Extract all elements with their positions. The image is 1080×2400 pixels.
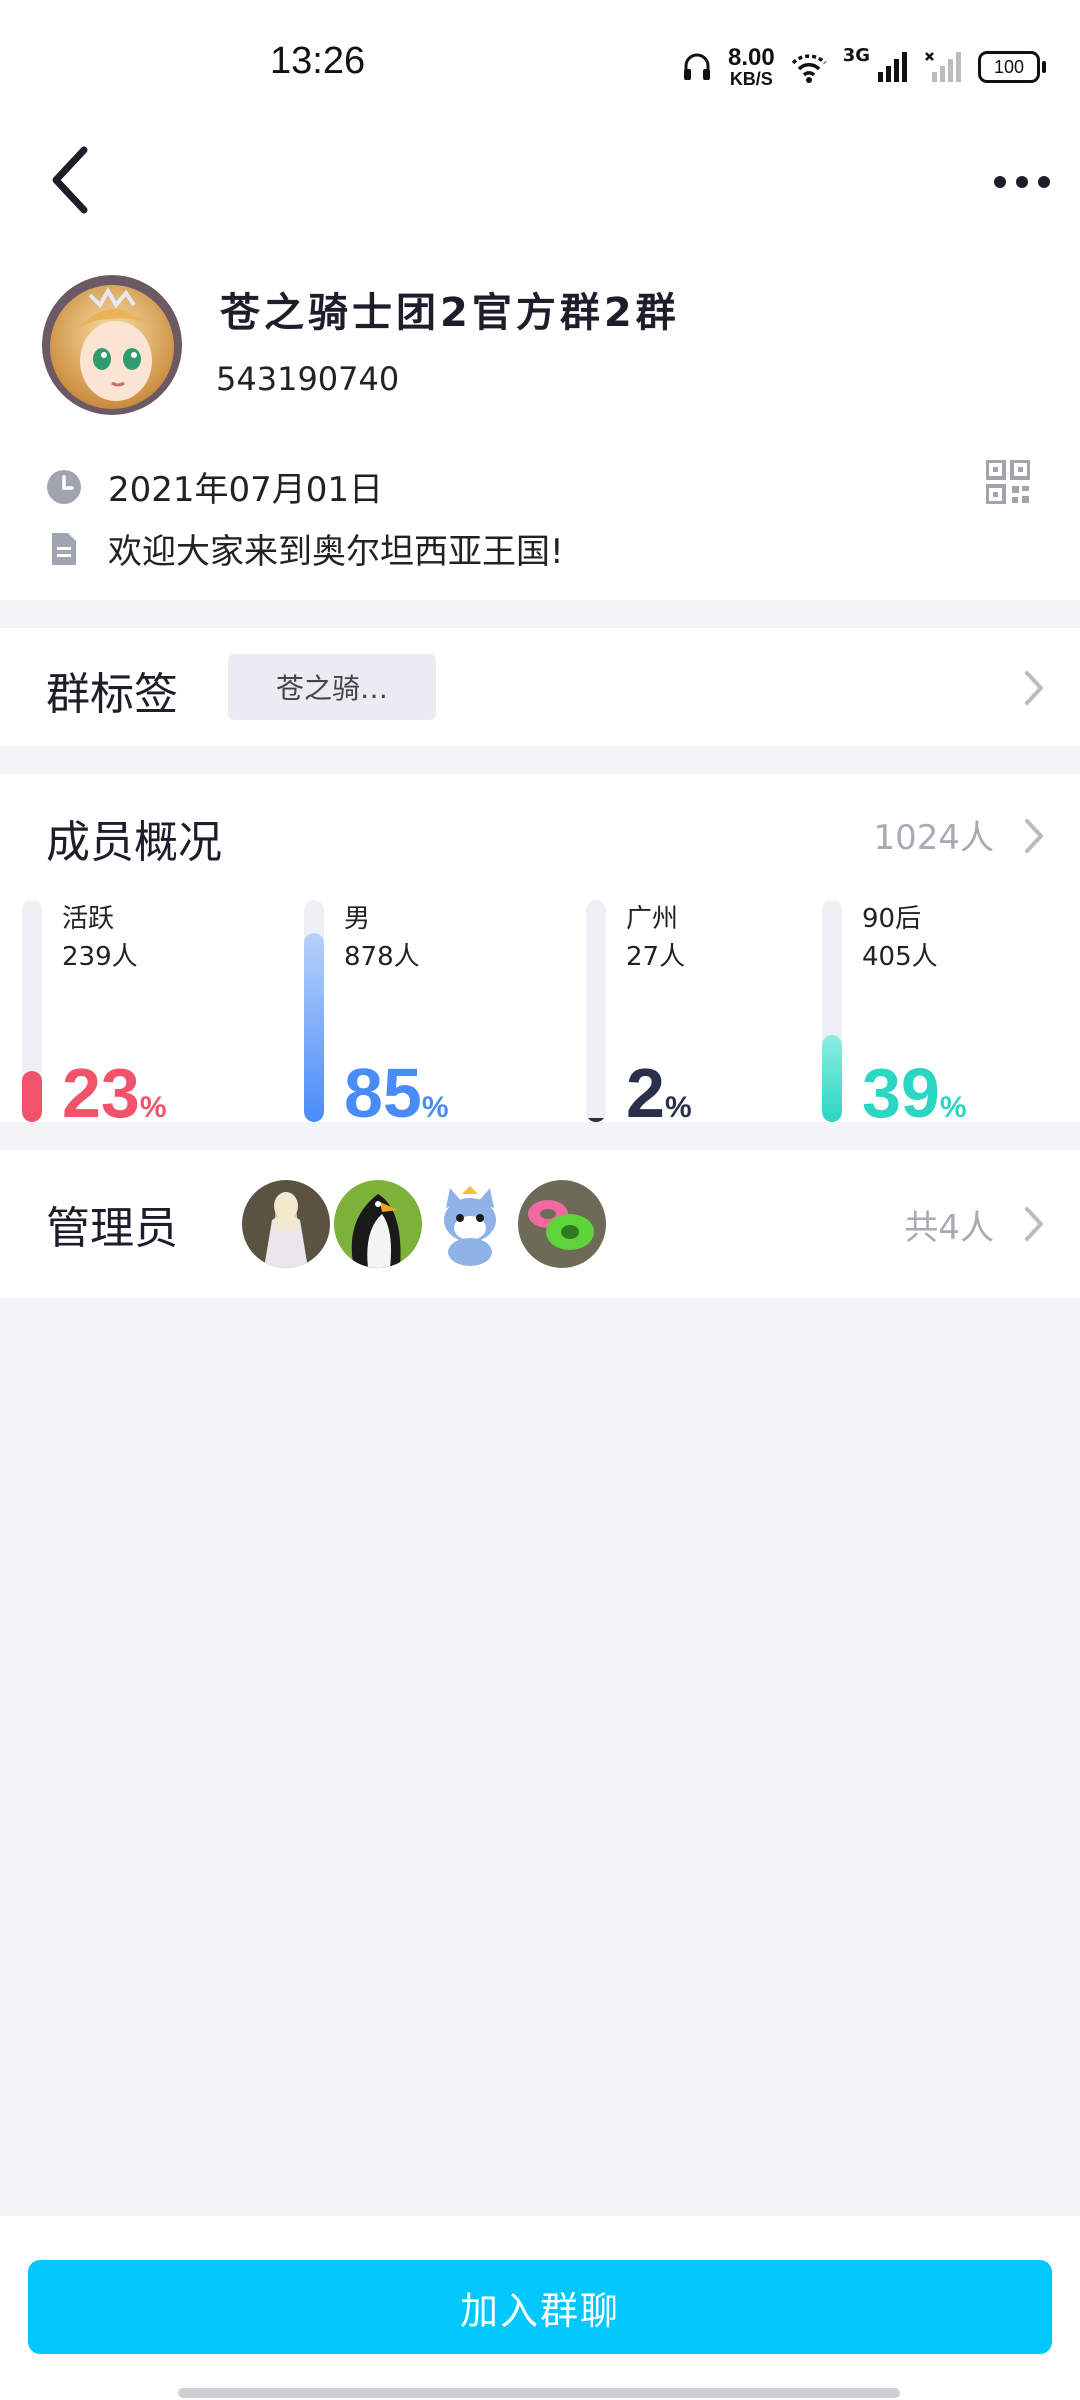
stat-count: 878人 bbox=[344, 942, 420, 972]
battery-icon: 100 bbox=[978, 51, 1046, 83]
group-tags-row[interactable]: 群标签 苍之骑… bbox=[0, 628, 1080, 746]
stat-percent-sign: % bbox=[939, 1091, 967, 1124]
stat-track bbox=[822, 900, 842, 1122]
clock-icon bbox=[47, 469, 81, 504]
stat-bar-fill bbox=[586, 1118, 606, 1122]
network-type: 3G bbox=[842, 44, 870, 66]
chevron-right-icon bbox=[1025, 819, 1043, 853]
stat-percent-sign: % bbox=[139, 1091, 167, 1124]
created-date-row: 2021年07月01日 bbox=[46, 462, 383, 511]
network-speed: 8.00 KB/S bbox=[727, 44, 775, 89]
home-indicator[interactable] bbox=[178, 2388, 900, 2398]
signal-icon bbox=[878, 52, 907, 82]
chevron-right-icon bbox=[1025, 1207, 1043, 1241]
intro-row: 欢迎大家来到奥尔坦西亚王国! bbox=[46, 524, 564, 573]
stat-percent: 85% bbox=[344, 1058, 449, 1128]
group-name: 苍之骑士团2官方群2群 bbox=[220, 290, 680, 336]
battery-level: 100 bbox=[993, 56, 1025, 77]
admin-count: 共4人 bbox=[904, 1208, 994, 1248]
stat-title: 活跃 bbox=[62, 904, 115, 934]
group-intro: 欢迎大家来到奥尔坦西亚王国! bbox=[108, 532, 564, 572]
stat-bar-fill bbox=[22, 1071, 42, 1122]
stat-percent-sign: % bbox=[421, 1091, 449, 1124]
document-icon bbox=[52, 532, 76, 565]
stat-count: 239人 bbox=[62, 942, 138, 972]
stat-label: 90后 405人 bbox=[862, 900, 938, 976]
stat-label: 活跃 239人 bbox=[62, 900, 138, 976]
admin-avatar[interactable] bbox=[242, 1180, 330, 1268]
speed-unit: KB/S bbox=[729, 69, 773, 89]
stat-age: 90后 405人 39% bbox=[800, 900, 1070, 1128]
stat-percent: 2% bbox=[626, 1058, 692, 1128]
signal-no-service-icon bbox=[925, 52, 961, 82]
stat-track bbox=[22, 900, 42, 1122]
stat-male: 男 878人 85% bbox=[282, 900, 552, 1128]
admin-avatar-image bbox=[426, 1180, 514, 1268]
admin-avatar-image bbox=[242, 1180, 330, 1268]
admins-row[interactable]: 管理员 共4人 bbox=[0, 1150, 1080, 1298]
stat-label: 男 878人 bbox=[344, 900, 420, 976]
stat-percent-value: 39 bbox=[862, 1054, 940, 1132]
speed-value: 8.00 bbox=[727, 44, 775, 71]
group-id: 543190740 bbox=[216, 360, 400, 398]
admins-title: 管理员 bbox=[46, 1203, 178, 1254]
group-tags-title: 群标签 bbox=[46, 669, 178, 720]
stat-label: 广州 27人 bbox=[626, 900, 685, 976]
stat-title: 90后 bbox=[862, 904, 922, 934]
stat-title: 男 bbox=[344, 904, 371, 934]
stat-percent: 23% bbox=[62, 1058, 167, 1128]
join-group-button[interactable]: 加入群聊 bbox=[28, 2260, 1052, 2354]
status-bar: 13:26 8.00 KB/S 3G 100 bbox=[0, 0, 1080, 130]
status-icons: 8.00 KB/S 3G 100 bbox=[680, 44, 1046, 90]
stat-active: 活跃 239人 23% bbox=[0, 900, 270, 1128]
stat-percent-value: 85 bbox=[344, 1054, 422, 1132]
stat-percent-sign: % bbox=[664, 1091, 692, 1124]
admin-avatar[interactable] bbox=[518, 1180, 606, 1268]
admin-avatar[interactable] bbox=[334, 1180, 422, 1268]
admin-avatar-image bbox=[334, 1180, 422, 1268]
stat-percent-value: 23 bbox=[62, 1054, 140, 1132]
member-overview-title: 成员概况 bbox=[46, 817, 222, 868]
stat-bar-fill bbox=[822, 1035, 842, 1122]
qr-code-icon[interactable] bbox=[986, 460, 1030, 504]
back-button[interactable] bbox=[44, 140, 104, 220]
chevron-right-icon bbox=[1025, 671, 1043, 705]
headphones-icon bbox=[683, 53, 710, 80]
stat-track bbox=[586, 900, 606, 1122]
member-count: 1024人 bbox=[873, 818, 994, 858]
admin-avatar-image bbox=[518, 1180, 606, 1268]
status-time: 13:26 bbox=[270, 40, 366, 82]
group-avatar[interactable] bbox=[42, 275, 182, 415]
stat-count: 405人 bbox=[862, 942, 938, 972]
created-date: 2021年07月01日 bbox=[108, 470, 384, 510]
stat-bar-fill bbox=[304, 933, 324, 1122]
group-avatar-image bbox=[42, 275, 182, 415]
member-overview-card[interactable]: 成员概况 1024人 活跃 239人 23% 男 878人 85% 广州 27人… bbox=[0, 774, 1080, 1128]
stat-percent: 39% bbox=[862, 1058, 967, 1128]
stat-track bbox=[304, 900, 324, 1122]
stat-title: 广州 bbox=[626, 904, 679, 934]
bottom-bar: 加入群聊 bbox=[0, 2216, 1080, 2400]
admin-avatar-list bbox=[242, 1180, 606, 1268]
stat-percent-value: 2 bbox=[626, 1054, 665, 1132]
group-tag-chip[interactable]: 苍之骑… bbox=[228, 654, 436, 720]
admin-avatar[interactable] bbox=[426, 1180, 514, 1268]
more-button[interactable] bbox=[990, 162, 1054, 202]
stat-count: 27人 bbox=[626, 942, 686, 972]
wifi-icon bbox=[791, 54, 826, 83]
stat-location: 广州 27人 2% bbox=[564, 900, 834, 1128]
